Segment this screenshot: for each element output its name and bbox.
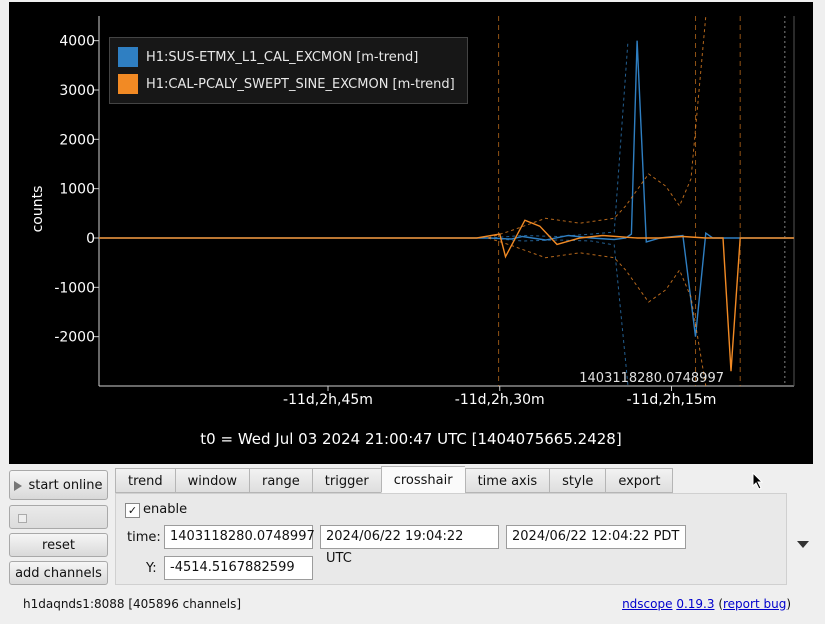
x-tick-label: -11d,2h,15m: [627, 392, 717, 408]
plot-panel[interactable]: counts 4000 3000 2000 1000 0 -1000 -2000 -11d,2…: [9, 2, 813, 464]
tab-export[interactable]: export: [605, 468, 674, 493]
stop-icon: [18, 514, 27, 523]
legend-swatch-1: [118, 47, 138, 67]
y-tick-label: 1000: [59, 182, 95, 198]
tab-trend[interactable]: trend: [115, 468, 175, 493]
legend-swatch-2: [118, 74, 138, 94]
y-axis-label: counts: [30, 186, 46, 233]
y-tick-label: 3000: [59, 83, 95, 99]
enable-checkbox[interactable]: ✓: [125, 503, 140, 518]
version-link[interactable]: 0.19.3: [676, 597, 714, 611]
y-tick-label: 2000: [59, 132, 95, 148]
y-axis-label-group: counts: [30, 186, 46, 233]
series-2-min-line: [488, 237, 707, 386]
tab-window[interactable]: window: [174, 468, 249, 493]
series-2-max-line: [488, 15, 707, 239]
legend: H1:SUS-ETMX_L1_CAL_EXCMON [m-trend] H1:C…: [109, 37, 468, 104]
x-tick-label: -11d,2h,45m: [283, 392, 373, 408]
start-online-button[interactable]: start online: [9, 470, 108, 500]
chevron-down-icon[interactable]: [797, 541, 809, 548]
time-label: time:: [127, 530, 161, 545]
series-1-min-line: [488, 237, 629, 386]
y-tick-label: 0: [86, 231, 95, 247]
server-status: h1daqnds1:8088 [405896 channels]: [23, 597, 242, 611]
mouse-cursor-icon: [752, 472, 764, 490]
tab-trigger[interactable]: trigger: [311, 468, 381, 493]
tab-range[interactable]: range: [248, 468, 312, 493]
legend-item-2: H1:CAL-PCALY_SWEPT_SINE_EXCMON [m-trend]: [118, 73, 455, 95]
time-pdt-field[interactable]: 2024/06/22 12:04:22 PDT: [506, 525, 686, 549]
ndscope-link[interactable]: ndscope: [622, 597, 672, 611]
x-tick-label: -11d,2h,30m: [455, 392, 545, 408]
t0-label: t0 = Wed Jul 03 2024 21:00:47 UTC [14040…: [200, 430, 622, 448]
y-tick-label: -1000: [54, 280, 95, 296]
y-tick-label: 4000: [59, 34, 95, 50]
about-links: ndscope 0.19.3 (report bug): [622, 597, 791, 611]
y-value-field[interactable]: -4514.5167882599: [164, 556, 313, 580]
add-channels-button[interactable]: add channels: [9, 561, 108, 585]
reset-button[interactable]: reset: [9, 533, 108, 557]
y-tick-label: -2000: [54, 330, 95, 346]
report-bug-link[interactable]: report bug: [723, 597, 786, 611]
series-1-max-line: [488, 40, 629, 239]
enable-label: enable: [143, 502, 188, 517]
legend-label-2: H1:CAL-PCALY_SWEPT_SINE_EXCMON [m-trend]: [146, 76, 455, 92]
tab-time-axis[interactable]: time axis: [464, 468, 550, 493]
close-paren: ): [786, 597, 791, 611]
y-label: Y:: [146, 561, 157, 576]
disabled-button[interactable]: [9, 505, 108, 529]
time-gps-field[interactable]: 1403118280.0748997: [164, 525, 315, 549]
crosshair-readout: 1403118280.0748997: [579, 371, 724, 386]
start-online-label: start online: [28, 478, 103, 493]
play-icon: [14, 480, 23, 491]
tab-crosshair[interactable]: crosshair: [380, 466, 465, 493]
time-utc-field[interactable]: 2024/06/22 19:04:22 UTC: [320, 525, 499, 566]
tab-bar: trend window range trigger crosshair tim…: [115, 466, 674, 494]
vertical-markers: [498, 16, 786, 386]
legend-item-1: H1:SUS-ETMX_L1_CAL_EXCMON [m-trend]: [118, 46, 418, 68]
legend-label-1: H1:SUS-ETMX_L1_CAL_EXCMON [m-trend]: [146, 49, 419, 65]
tab-style[interactable]: style: [549, 468, 606, 493]
